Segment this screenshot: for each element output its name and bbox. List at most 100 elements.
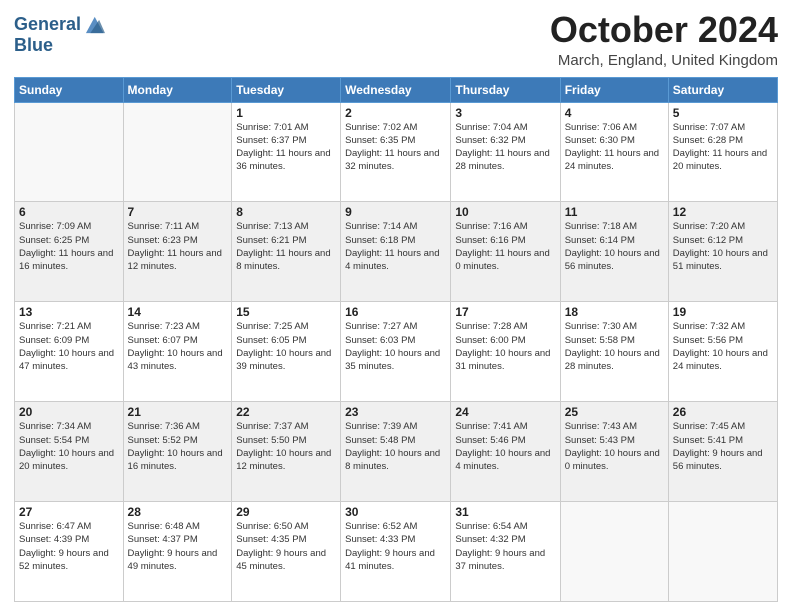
header-saturday: Saturday [668, 77, 777, 102]
calendar-cell: 15Sunrise: 7:25 AM Sunset: 6:05 PM Dayli… [232, 302, 341, 402]
day-info: Sunrise: 7:06 AM Sunset: 6:30 PM Dayligh… [565, 121, 664, 174]
header: General Blue October 2024 March, England… [14, 10, 778, 69]
calendar-cell [560, 502, 668, 602]
calendar-cell: 4Sunrise: 7:06 AM Sunset: 6:30 PM Daylig… [560, 102, 668, 202]
day-info: Sunrise: 7:36 AM Sunset: 5:52 PM Dayligh… [128, 420, 228, 473]
calendar-cell: 22Sunrise: 7:37 AM Sunset: 5:50 PM Dayli… [232, 402, 341, 502]
calendar: Sunday Monday Tuesday Wednesday Thursday… [14, 77, 778, 602]
day-number: 17 [455, 305, 555, 319]
day-info: Sunrise: 7:13 AM Sunset: 6:21 PM Dayligh… [236, 220, 336, 273]
day-number: 31 [455, 505, 555, 519]
calendar-cell [15, 102, 124, 202]
week-row-0: 1Sunrise: 7:01 AM Sunset: 6:37 PM Daylig… [15, 102, 778, 202]
header-friday: Friday [560, 77, 668, 102]
day-number: 12 [673, 205, 773, 219]
day-number: 26 [673, 405, 773, 419]
location-subtitle: March, England, United Kingdom [550, 52, 778, 69]
day-number: 8 [236, 205, 336, 219]
day-info: Sunrise: 7:14 AM Sunset: 6:18 PM Dayligh… [345, 220, 446, 273]
day-info: Sunrise: 6:54 AM Sunset: 4:32 PM Dayligh… [455, 520, 555, 573]
calendar-cell: 17Sunrise: 7:28 AM Sunset: 6:00 PM Dayli… [451, 302, 560, 402]
day-number: 10 [455, 205, 555, 219]
header-wednesday: Wednesday [341, 77, 451, 102]
day-number: 19 [673, 305, 773, 319]
day-number: 9 [345, 205, 446, 219]
day-number: 14 [128, 305, 228, 319]
day-number: 20 [19, 405, 119, 419]
week-row-1: 6Sunrise: 7:09 AM Sunset: 6:25 PM Daylig… [15, 202, 778, 302]
calendar-cell: 2Sunrise: 7:02 AM Sunset: 6:35 PM Daylig… [341, 102, 451, 202]
day-info: Sunrise: 7:21 AM Sunset: 6:09 PM Dayligh… [19, 320, 119, 373]
logo-icon [83, 14, 105, 36]
logo: General Blue [14, 14, 105, 56]
calendar-cell: 8Sunrise: 7:13 AM Sunset: 6:21 PM Daylig… [232, 202, 341, 302]
header-monday: Monday [123, 77, 232, 102]
day-number: 3 [455, 106, 555, 120]
day-number: 1 [236, 106, 336, 120]
day-info: Sunrise: 6:48 AM Sunset: 4:37 PM Dayligh… [128, 520, 228, 573]
calendar-cell: 24Sunrise: 7:41 AM Sunset: 5:46 PM Dayli… [451, 402, 560, 502]
day-info: Sunrise: 7:23 AM Sunset: 6:07 PM Dayligh… [128, 320, 228, 373]
day-number: 28 [128, 505, 228, 519]
day-info: Sunrise: 7:01 AM Sunset: 6:37 PM Dayligh… [236, 121, 336, 174]
logo-text: General [14, 15, 81, 35]
calendar-cell: 21Sunrise: 7:36 AM Sunset: 5:52 PM Dayli… [123, 402, 232, 502]
day-info: Sunrise: 7:39 AM Sunset: 5:48 PM Dayligh… [345, 420, 446, 473]
calendar-cell: 3Sunrise: 7:04 AM Sunset: 6:32 PM Daylig… [451, 102, 560, 202]
page: General Blue October 2024 March, England… [0, 0, 792, 612]
calendar-cell: 5Sunrise: 7:07 AM Sunset: 6:28 PM Daylig… [668, 102, 777, 202]
day-info: Sunrise: 7:09 AM Sunset: 6:25 PM Dayligh… [19, 220, 119, 273]
week-row-3: 20Sunrise: 7:34 AM Sunset: 5:54 PM Dayli… [15, 402, 778, 502]
day-number: 2 [345, 106, 446, 120]
day-number: 6 [19, 205, 119, 219]
week-row-4: 27Sunrise: 6:47 AM Sunset: 4:39 PM Dayli… [15, 502, 778, 602]
day-number: 24 [455, 405, 555, 419]
calendar-cell: 6Sunrise: 7:09 AM Sunset: 6:25 PM Daylig… [15, 202, 124, 302]
calendar-cell: 26Sunrise: 7:45 AM Sunset: 5:41 PM Dayli… [668, 402, 777, 502]
calendar-cell: 11Sunrise: 7:18 AM Sunset: 6:14 PM Dayli… [560, 202, 668, 302]
day-info: Sunrise: 7:37 AM Sunset: 5:50 PM Dayligh… [236, 420, 336, 473]
calendar-cell: 1Sunrise: 7:01 AM Sunset: 6:37 PM Daylig… [232, 102, 341, 202]
calendar-cell: 13Sunrise: 7:21 AM Sunset: 6:09 PM Dayli… [15, 302, 124, 402]
day-info: Sunrise: 7:41 AM Sunset: 5:46 PM Dayligh… [455, 420, 555, 473]
calendar-cell: 16Sunrise: 7:27 AM Sunset: 6:03 PM Dayli… [341, 302, 451, 402]
day-info: Sunrise: 7:04 AM Sunset: 6:32 PM Dayligh… [455, 121, 555, 174]
calendar-cell: 23Sunrise: 7:39 AM Sunset: 5:48 PM Dayli… [341, 402, 451, 502]
day-info: Sunrise: 7:27 AM Sunset: 6:03 PM Dayligh… [345, 320, 446, 373]
day-number: 13 [19, 305, 119, 319]
day-info: Sunrise: 6:52 AM Sunset: 4:33 PM Dayligh… [345, 520, 446, 573]
day-number: 30 [345, 505, 446, 519]
day-info: Sunrise: 7:30 AM Sunset: 5:58 PM Dayligh… [565, 320, 664, 373]
header-row: Sunday Monday Tuesday Wednesday Thursday… [15, 77, 778, 102]
calendar-cell: 10Sunrise: 7:16 AM Sunset: 6:16 PM Dayli… [451, 202, 560, 302]
calendar-cell: 18Sunrise: 7:30 AM Sunset: 5:58 PM Dayli… [560, 302, 668, 402]
calendar-cell: 19Sunrise: 7:32 AM Sunset: 5:56 PM Dayli… [668, 302, 777, 402]
day-info: Sunrise: 7:45 AM Sunset: 5:41 PM Dayligh… [673, 420, 773, 473]
title-area: October 2024 March, England, United King… [550, 10, 778, 69]
calendar-cell [668, 502, 777, 602]
day-number: 16 [345, 305, 446, 319]
day-info: Sunrise: 7:43 AM Sunset: 5:43 PM Dayligh… [565, 420, 664, 473]
week-row-2: 13Sunrise: 7:21 AM Sunset: 6:09 PM Dayli… [15, 302, 778, 402]
calendar-cell: 28Sunrise: 6:48 AM Sunset: 4:37 PM Dayli… [123, 502, 232, 602]
header-thursday: Thursday [451, 77, 560, 102]
header-sunday: Sunday [15, 77, 124, 102]
day-info: Sunrise: 7:16 AM Sunset: 6:16 PM Dayligh… [455, 220, 555, 273]
day-info: Sunrise: 7:02 AM Sunset: 6:35 PM Dayligh… [345, 121, 446, 174]
day-number: 7 [128, 205, 228, 219]
day-info: Sunrise: 7:25 AM Sunset: 6:05 PM Dayligh… [236, 320, 336, 373]
calendar-cell [123, 102, 232, 202]
calendar-cell: 25Sunrise: 7:43 AM Sunset: 5:43 PM Dayli… [560, 402, 668, 502]
day-info: Sunrise: 7:20 AM Sunset: 6:12 PM Dayligh… [673, 220, 773, 273]
calendar-cell: 9Sunrise: 7:14 AM Sunset: 6:18 PM Daylig… [341, 202, 451, 302]
day-number: 5 [673, 106, 773, 120]
day-number: 29 [236, 505, 336, 519]
day-number: 15 [236, 305, 336, 319]
calendar-cell: 30Sunrise: 6:52 AM Sunset: 4:33 PM Dayli… [341, 502, 451, 602]
day-info: Sunrise: 7:07 AM Sunset: 6:28 PM Dayligh… [673, 121, 773, 174]
day-info: Sunrise: 7:18 AM Sunset: 6:14 PM Dayligh… [565, 220, 664, 273]
calendar-cell: 29Sunrise: 6:50 AM Sunset: 4:35 PM Dayli… [232, 502, 341, 602]
day-number: 11 [565, 205, 664, 219]
day-number: 22 [236, 405, 336, 419]
day-info: Sunrise: 6:50 AM Sunset: 4:35 PM Dayligh… [236, 520, 336, 573]
